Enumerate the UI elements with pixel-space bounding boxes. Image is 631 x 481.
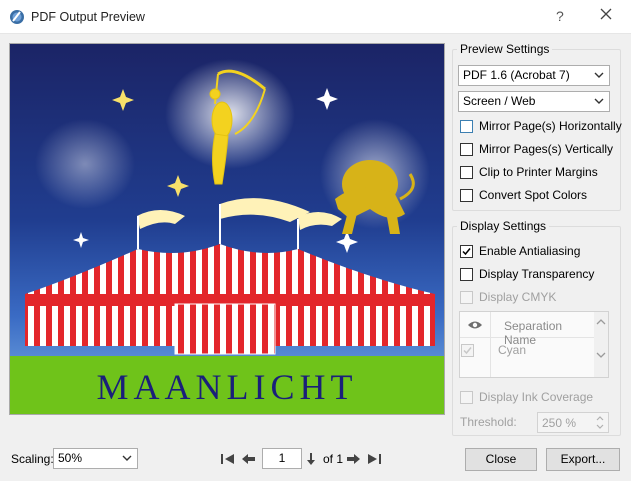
page-of-label: of 1 (323, 452, 344, 466)
separation-scrollbar[interactable] (594, 312, 608, 377)
export-button-label: Export... (560, 452, 606, 466)
chevron-down-icon (594, 98, 604, 104)
scaling-value: 50% (58, 451, 83, 465)
checkmark-icon (462, 247, 471, 255)
clip-margins-checkbox[interactable] (460, 165, 473, 179)
antialiasing-option[interactable]: Enable Antialiasing (460, 243, 580, 259)
title-bar: PDF Output Preview ? (0, 0, 631, 34)
antialiasing-label: Enable Antialiasing (479, 244, 581, 258)
stepper-up-icon[interactable] (596, 416, 604, 421)
ink-coverage-checkbox[interactable] (460, 390, 473, 404)
chevron-down-icon (594, 72, 604, 78)
preview-area[interactable]: MAANLICHT (9, 43, 445, 415)
page-number-value: 1 (278, 451, 286, 465)
transparency-checkbox[interactable] (460, 267, 473, 281)
stepper-down-icon[interactable] (596, 424, 604, 429)
close-button[interactable]: Close (465, 448, 537, 471)
threshold-stepper[interactable]: 250 % (537, 412, 609, 433)
previous-page-icon[interactable] (241, 452, 257, 466)
scroll-up-icon[interactable] (596, 319, 606, 325)
close-icon[interactable] (598, 6, 614, 22)
threshold-value: 250 % (542, 416, 577, 430)
display-settings-title: Display Settings (457, 219, 550, 233)
mirror-vertical-option[interactable]: Mirror Pages(s) Vertically (460, 141, 613, 157)
cmyk-label: Display CMYK (479, 290, 557, 304)
chevron-down-icon (122, 455, 132, 461)
preview-image: MAANLICHT (10, 44, 444, 414)
help-button[interactable]: ? (556, 8, 564, 24)
ink-coverage-label: Display Ink Coverage (479, 390, 594, 404)
cmyk-checkbox[interactable] (460, 290, 473, 304)
banner-text: MAANLICHT (97, 367, 358, 407)
cyan-visible-checkbox[interactable] (461, 344, 474, 357)
scaling-dropdown[interactable]: 50% (53, 448, 138, 469)
output-profile-value: Screen / Web (463, 94, 536, 108)
mirror-horizontal-option[interactable]: Mirror Page(s) Horizontally (460, 118, 622, 134)
transparency-option[interactable]: Display Transparency (460, 266, 594, 282)
separation-cyan-label: Cyan (498, 343, 527, 357)
page-number-input[interactable]: 1 (262, 448, 302, 469)
mirror-horizontal-checkbox[interactable] (460, 119, 473, 133)
separation-table-header: Separation Name (460, 312, 596, 347)
table-row[interactable]: Cyan (460, 338, 596, 360)
clip-margins-option[interactable]: Clip to Printer Margins (460, 164, 598, 180)
clip-margins-label: Clip to Printer Margins (479, 165, 598, 179)
pdf-version-value: PDF 1.6 (Acrobat 7) (463, 68, 570, 82)
close-button-label: Close (485, 452, 517, 466)
convert-spot-option[interactable]: Convert Spot Colors (460, 187, 587, 203)
mirror-vertical-label: Mirror Pages(s) Vertically (479, 142, 614, 156)
separation-table[interactable]: Separation Name Cyan (459, 311, 609, 378)
app-icon (10, 10, 24, 24)
eye-icon (468, 321, 482, 329)
scaling-label: Scaling: (11, 452, 54, 466)
antialiasing-checkbox[interactable] (460, 244, 473, 258)
threshold-label: Threshold: (460, 415, 517, 429)
convert-spot-checkbox[interactable] (460, 188, 473, 202)
scroll-down-icon[interactable] (596, 352, 606, 358)
cmyk-option[interactable]: Display CMYK (460, 289, 556, 305)
output-profile-dropdown[interactable]: Screen / Web (458, 91, 610, 112)
last-page-icon[interactable] (366, 452, 382, 466)
convert-spot-label: Convert Spot Colors (479, 188, 588, 202)
mirror-horizontal-label: Mirror Page(s) Horizontally (479, 119, 622, 133)
first-page-icon[interactable] (220, 452, 236, 466)
page-down-icon[interactable] (306, 452, 316, 466)
export-button[interactable]: Export... (546, 448, 620, 471)
pdf-version-dropdown[interactable]: PDF 1.6 (Acrobat 7) (458, 65, 610, 86)
transparency-label: Display Transparency (479, 267, 595, 281)
mirror-vertical-checkbox[interactable] (460, 142, 473, 156)
window-title: PDF Output Preview (31, 10, 145, 24)
checkmark-icon (463, 347, 472, 355)
preview-settings-title: Preview Settings (457, 42, 553, 56)
ink-coverage-option[interactable]: Display Ink Coverage (460, 389, 593, 405)
next-page-icon[interactable] (345, 452, 361, 466)
